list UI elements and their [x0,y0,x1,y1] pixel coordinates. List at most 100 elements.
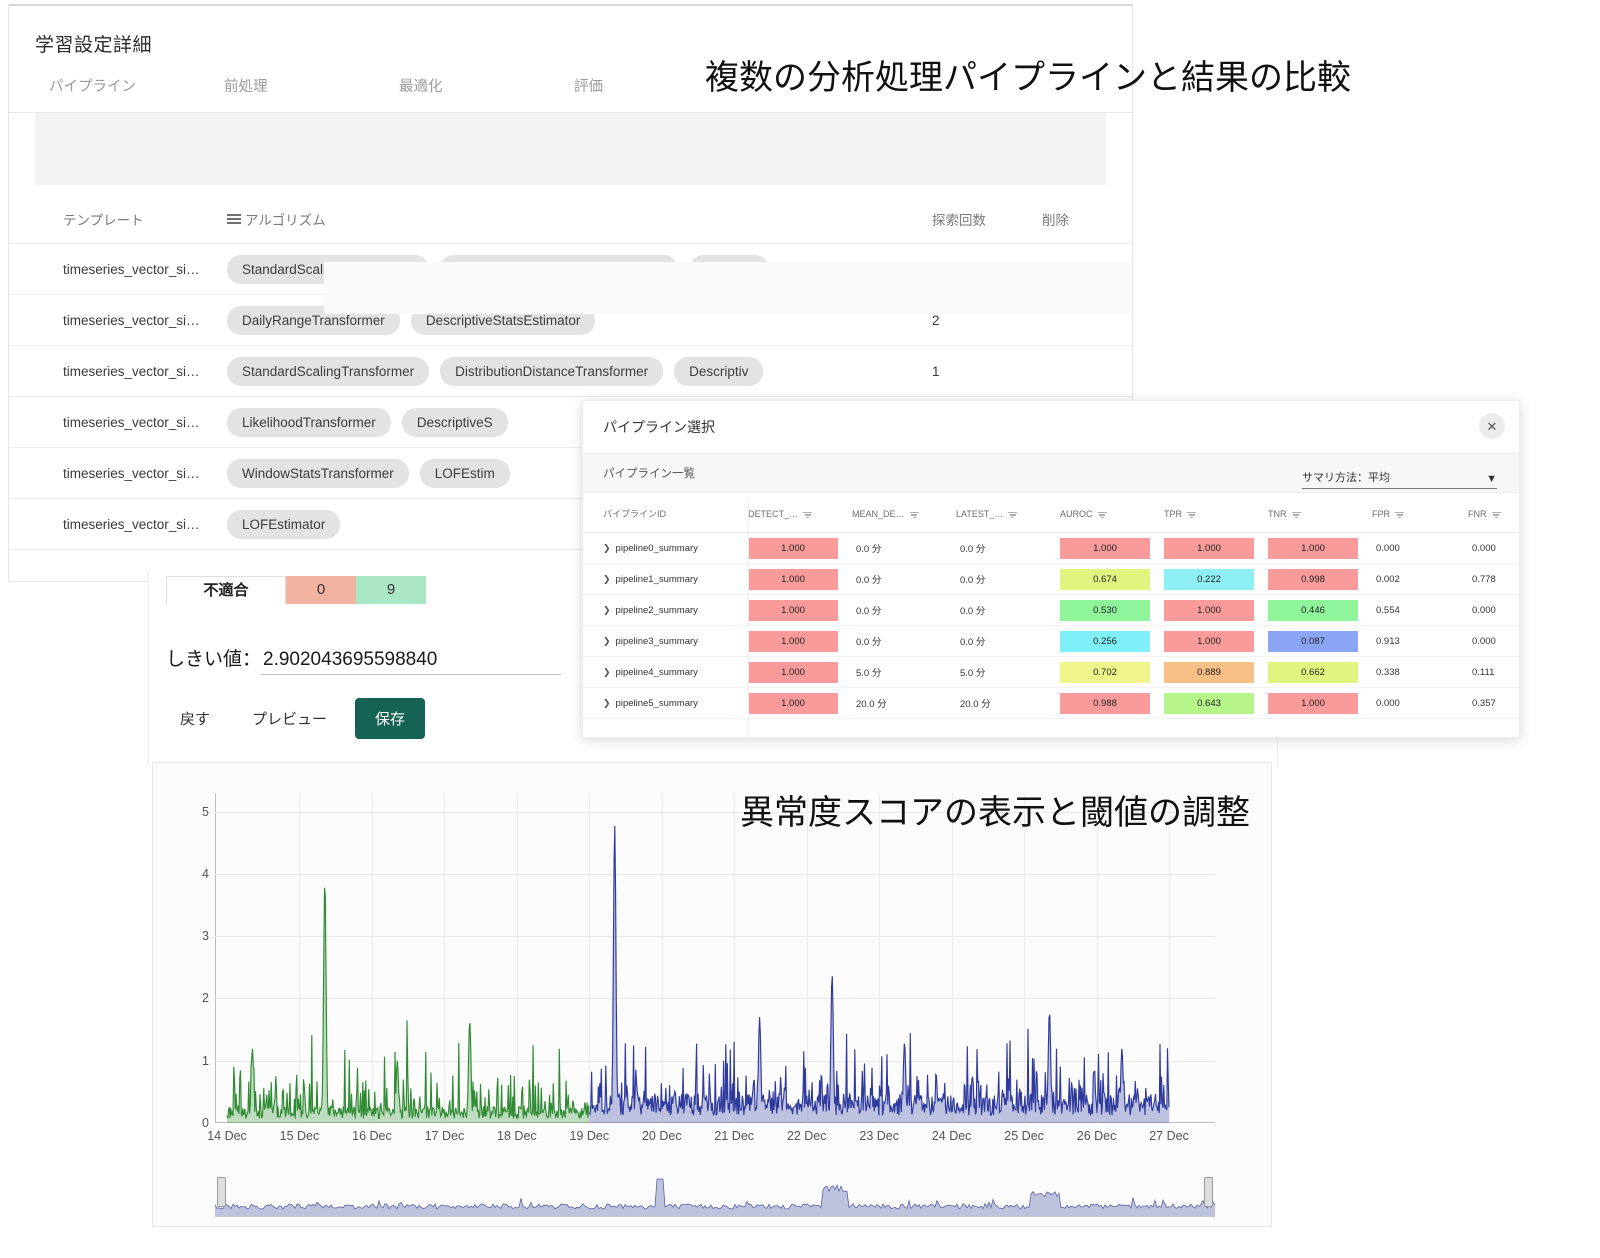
algorithm-chip[interactable]: DistributionDistanceTransformer [440,356,664,386]
chevron-right-icon[interactable]: ❯ [603,543,611,554]
metric-cell-auroc: 0.530 [1060,594,1164,626]
chevron-right-icon[interactable]: ❯ [603,636,611,647]
x-tick-label: 22 Dec [786,1129,827,1143]
metrics-table-header: パイプラインID DETECT_… MEAN_DE… LATEST_… AURO… [583,493,1519,533]
col-fnr[interactable]: FNR [1468,493,1519,533]
column-header-algorithm: アルゴリズム [227,209,932,229]
pipeline-id-cell[interactable]: ❯ pipeline4_summary [583,656,748,688]
pipeline-metrics-table: パイプラインID DETECT_… MEAN_DE… LATEST_… AURO… [583,493,1519,719]
metric-cell-latest: 0.0 分 [956,625,1060,657]
chevron-down-icon: ▼ [1486,473,1497,485]
metric-value: 0.662 [1268,661,1358,683]
pipeline-id-cell[interactable]: ❯ pipeline0_summary [583,532,748,564]
metric-value: 0.0 分 [856,575,882,586]
col-tnr[interactable]: TNR [1268,493,1372,533]
close-icon[interactable]: ✕ [1479,413,1505,439]
range-slider[interactable] [215,1171,1215,1217]
tab-pipeline[interactable]: パイプライン [49,75,224,112]
summary-method-select[interactable]: サマリ方法：平均 ▼ [1302,469,1497,489]
y-tick-label: 4 [202,866,209,881]
navigator-area [215,1179,1215,1216]
table-header: テンプレート アルゴリズム 探索回数 削除 [9,209,1132,244]
metric-value: 1.000 [1268,537,1358,559]
algorithm-chip[interactable]: DescriptiveS [401,407,508,437]
chevron-right-icon[interactable]: ❯ [603,574,611,585]
metrics-row[interactable]: ❯ pipeline0_summary 1.000 0.0 分 0.0 分 1.000 1.… [583,532,1519,564]
algorithm-chip[interactable]: LOFEstim [419,458,510,488]
summary-method-value: サマリ方法：平均 [1302,472,1390,484]
y-tick-label: 3 [202,929,209,944]
algorithm-chip[interactable]: StandardScalingTransformer [227,356,430,386]
metric-value: 20.0 分 [856,699,887,710]
metric-value: 1.000 [748,692,838,714]
filter-icon [803,510,813,519]
metrics-row[interactable]: ❯ pipeline2_summary 1.000 0.0 分 0.0 分 0.530 1.… [583,594,1519,626]
metric-cell-tpr: 0.643 [1164,687,1268,719]
col-pipeline-id[interactable]: パイプラインID [583,493,748,533]
metrics-row[interactable]: ❯ pipeline4_summary 1.000 5.0 分 5.0 分 0.702 0.… [583,656,1519,688]
metrics-row[interactable]: ❯ pipeline5_summary 1.000 20.0 分 20.0 分 0.988… [583,687,1519,719]
filter-area [35,113,1106,185]
pipeline-id-label: pipeline5_summary [615,697,698,709]
metrics-row[interactable]: ❯ pipeline1_summary 1.000 0.0 分 0.0 分 0.674 0.… [583,563,1519,595]
chevron-right-icon[interactable]: ❯ [603,605,611,616]
range-handle-left[interactable] [217,1177,226,1207]
save-button[interactable]: 保存 [355,698,426,739]
x-tick-label: 19 Dec [569,1129,610,1143]
algorithm-chip[interactable]: LikelihoodTransformer [227,407,391,437]
revert-button[interactable]: 戻す [166,699,225,738]
x-tick-label: 25 Dec [1004,1129,1044,1143]
algorithm-chip[interactable]: LOFEstimator [227,509,341,539]
pipeline-id-cell[interactable]: ❯ pipeline5_summary [583,687,748,719]
metric-value: 0.0 分 [960,606,986,617]
annotation-caption-chart: 異常度スコアの表示と閾値の調整 [740,793,1250,833]
x-tick-label: 20 Dec [641,1129,682,1143]
metric-cell-tnr: 0.998 [1268,563,1372,595]
threshold-input[interactable] [261,649,562,675]
table-row[interactable]: timeseries_vector_si… StandardScalingTra… [9,346,1132,397]
metric-value: 0.000 [1376,697,1400,709]
delete-button[interactable] [1042,364,1132,379]
chevron-right-icon[interactable]: ❯ [603,667,611,678]
col-mean-de[interactable]: MEAN_DE… [852,493,956,533]
chevron-right-icon[interactable]: ❯ [603,698,611,709]
x-tick-label: 21 Dec [714,1129,755,1143]
cell-algorithms: StandardScalingTransformer DistributionD… [227,356,932,386]
col-auroc[interactable]: AUROC [1060,493,1164,533]
pipeline-id-cell[interactable]: ❯ pipeline2_summary [583,594,748,626]
metric-value: 1.000 [1164,630,1254,652]
metric-cell-fnr: 0.000 [1468,594,1519,626]
delete-button[interactable] [1042,313,1132,328]
column-header-delete: 削除 [1042,213,1069,228]
col-fpr[interactable]: FPR [1372,493,1468,533]
metric-cell-auroc: 0.988 [1060,687,1164,719]
metric-cell-tpr: 0.889 [1164,656,1268,688]
metrics-row[interactable]: ❯ pipeline3_summary 1.000 0.0 分 0.0 分 0.256 1.… [583,625,1519,657]
metric-value: 1.000 [1268,692,1358,714]
col-latest[interactable]: LATEST_… [956,493,1060,533]
algorithm-chip[interactable]: WindowStatsTransformer [227,458,409,488]
tab-optimize[interactable]: 最適化 [399,75,574,112]
range-handle-right[interactable] [1204,1177,1213,1207]
metric-cell-detect: 1.000 [748,594,852,626]
metric-cell-detect: 1.000 [748,625,852,657]
tab-preprocess[interactable]: 前処理 [224,75,399,112]
pipeline-id-cell[interactable]: ❯ pipeline3_summary [583,625,748,657]
metric-cell-latest: 20.0 分 [956,687,1060,719]
filter-icon [909,510,919,519]
preview-button[interactable]: プレビュー [238,699,342,738]
col-tpr[interactable]: TPR [1164,493,1268,533]
metric-cell-fnr: 0.111 [1468,656,1519,688]
x-tick-label: 23 Dec [859,1129,899,1143]
x-tick-label: 14 Dec [207,1129,247,1143]
col-detect[interactable]: DETECT_… [748,493,852,533]
metric-value: 0.000 [1472,604,1496,616]
series-line [588,825,1170,1117]
metric-value: 0.0 分 [856,637,882,648]
algorithm-chip[interactable]: Descriptiv [674,356,764,386]
threshold-row: しきい値： [166,644,562,675]
pipeline-id-cell[interactable]: ❯ pipeline1_summary [583,563,748,595]
cell-template: timeseries_vector_si… [63,414,200,430]
metric-cell-tnr: 1.000 [1268,532,1372,564]
metric-value: 0.0 分 [960,637,986,648]
